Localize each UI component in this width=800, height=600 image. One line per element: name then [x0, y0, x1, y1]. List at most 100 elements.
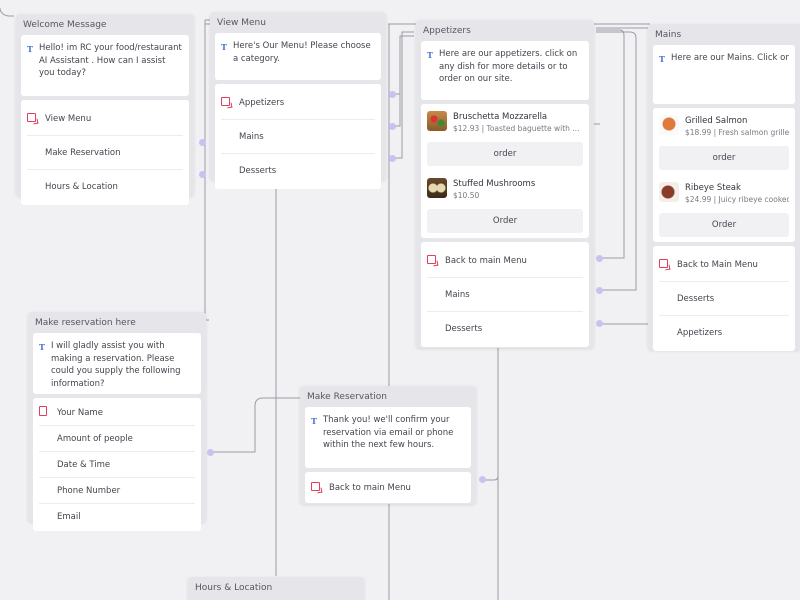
output-port[interactable] — [479, 476, 486, 483]
message-card[interactable]: T I will gladly assist you with making a… — [33, 333, 201, 394]
button-label: Make Reservation — [45, 147, 121, 158]
text-type-icon: T — [27, 44, 33, 54]
button-make-reservation[interactable]: Make Reservation — [27, 136, 183, 170]
output-port[interactable] — [596, 255, 603, 262]
field-label: Email — [57, 511, 81, 522]
order-button[interactable]: Order — [659, 213, 789, 237]
output-port[interactable] — [389, 91, 396, 98]
message-card[interactable]: T Here are our Mains. Click on any dish … — [653, 45, 795, 104]
message-text: Thank you! we'll confirm your reservatio… — [322, 415, 454, 450]
message-card[interactable]: T Here's Our Menu! Please choose a categ… — [215, 33, 381, 80]
product-name: Ribeye Steak — [685, 183, 741, 193]
view-menu-node[interactable]: View Menu T Here's Our Menu! Please choo… — [210, 12, 386, 189]
button-label: Mains — [239, 131, 264, 142]
wire-form-submit — [211, 397, 300, 453]
wire-vm-desserts — [393, 31, 414, 159]
buttons-card[interactable]: Appetizers Mains Desserts — [215, 84, 381, 189]
field-email[interactable]: Email — [39, 504, 195, 529]
output-port[interactable] — [207, 449, 214, 456]
node-title: Welcome Message — [23, 20, 107, 30]
products-card[interactable]: Grilled Salmon $18.99 | Fresh salmon gri… — [653, 108, 795, 242]
button-hours-location[interactable]: Hours & Location — [27, 170, 183, 203]
wire-vm-mains — [393, 94, 401, 127]
field-phone-number[interactable]: Phone Number — [39, 478, 195, 504]
field-label: Amount of people — [57, 433, 133, 444]
output-port[interactable] — [389, 123, 396, 130]
output-port[interactable] — [199, 139, 206, 146]
button-block-icon — [659, 258, 671, 271]
message-card[interactable]: T Here are our appetizers. click on any … — [421, 41, 589, 100]
text-type-icon: T — [659, 54, 665, 64]
message-card[interactable]: T Hello! im RC your food/restaurant AI A… — [21, 35, 189, 96]
message-card[interactable]: T Thank you! we'll confirm your reservat… — [305, 407, 471, 468]
button-appetizers[interactable]: Appetizers — [659, 316, 789, 349]
text-type-icon: T — [39, 342, 45, 352]
output-port[interactable] — [199, 171, 206, 178]
field-label: Your Name — [57, 407, 103, 418]
stuffed-mushrooms-image — [427, 178, 447, 198]
button-label: View Menu — [45, 113, 92, 124]
output-port[interactable] — [389, 155, 396, 162]
button-label: Desserts — [677, 293, 715, 304]
button-label: Back to Main Menu — [677, 259, 758, 270]
ribeye-steak-image — [659, 182, 679, 202]
node-title: Make reservation here — [35, 318, 136, 328]
field-your-name[interactable]: Your Name — [39, 400, 195, 426]
product-item[interactable]: Stuffed Mushrooms $10.50 Order — [421, 171, 589, 238]
button-mains[interactable]: Mains — [221, 120, 375, 154]
product-name: Bruschetta Mozzarella — [453, 112, 548, 122]
button-label: Desserts — [445, 323, 483, 334]
button-appetizers[interactable]: Appetizers — [221, 86, 375, 120]
product-name: Stuffed Mushrooms — [453, 179, 536, 189]
product-item[interactable]: Bruschetta Mozzarella $12.93 | Toasted b… — [421, 104, 589, 171]
buttons-card[interactable]: Back to main Menu — [305, 472, 471, 503]
welcome-message-node[interactable]: Welcome Message T Hello! im RC your food… — [16, 14, 194, 205]
make-reservation-node[interactable]: Make Reservation T Thank you! we'll conf… — [300, 386, 476, 504]
buttons-card[interactable]: Back to main Menu Mains Desserts — [421, 242, 589, 347]
product-detail: $12.93 | Toasted baguette with ... — [453, 124, 579, 133]
node-title: Hours & Location — [195, 583, 273, 593]
button-back-main-menu[interactable]: Back to Main Menu — [659, 248, 789, 282]
node-title: Make Reservation — [307, 392, 387, 402]
button-back-main-menu[interactable]: Back to main Menu — [311, 474, 465, 501]
button-block-icon — [221, 96, 233, 109]
field-amount-of-people[interactable]: Amount of people — [39, 426, 195, 452]
wire-mains-desserts — [596, 31, 637, 291]
reservation-form-node[interactable]: Make reservation here T I will gladly as… — [28, 312, 206, 531]
order-button[interactable]: Order — [427, 209, 583, 233]
hours-location-node[interactable]: Hours & Location — [188, 577, 364, 600]
output-port[interactable] — [596, 287, 603, 294]
form-block-icon — [39, 406, 51, 419]
field-label: Phone Number — [57, 485, 121, 496]
buttons-card[interactable]: Back to Main Menu Desserts Appetizers — [653, 246, 795, 351]
mains-node[interactable]: Mains T Here are our Mains. Click on any… — [648, 24, 800, 351]
button-view-menu[interactable]: View Menu — [27, 102, 183, 136]
products-card[interactable]: Bruschetta Mozzarella $12.93 | Toasted b… — [421, 104, 589, 238]
button-mains[interactable]: Mains — [427, 278, 583, 312]
button-label: Appetizers — [239, 97, 285, 108]
button-desserts[interactable]: Desserts — [427, 312, 583, 345]
output-port[interactable] — [596, 320, 603, 327]
message-text: Hello! im RC your food/restaurant AI Ass… — [38, 43, 182, 78]
field-date-time[interactable]: Date & Time — [39, 452, 195, 478]
field-label: Date & Time — [57, 459, 111, 470]
product-detail: $18.99 | Fresh salmon grilled t — [685, 128, 789, 137]
product-item[interactable]: Ribeye Steak $24.99 | Juicy ribeye cooke… — [653, 175, 795, 242]
button-label: Back to main Menu — [445, 255, 527, 266]
wire-make-reservation — [203, 173, 209, 321]
form-fields-card[interactable]: Your Name Amount of people Date & Time P… — [33, 398, 201, 531]
button-desserts[interactable]: Desserts — [221, 154, 375, 187]
button-back-main-menu[interactable]: Back to main Menu — [427, 244, 583, 278]
wire-appetizers — [393, 35, 414, 95]
appetizers-node[interactable]: Appetizers T Here are our appetizers. cl… — [416, 20, 594, 348]
grilled-salmon-image — [659, 115, 679, 135]
buttons-card[interactable]: View Menu Make Reservation Hours & Locat… — [21, 100, 189, 205]
bruschetta-image — [427, 111, 447, 131]
product-item[interactable]: Grilled Salmon $18.99 | Fresh salmon gri… — [653, 108, 795, 175]
button-label: Appetizers — [677, 327, 723, 338]
order-button[interactable]: order — [659, 146, 789, 170]
message-text: I will gladly assist you with making a r… — [50, 341, 181, 389]
button-desserts[interactable]: Desserts — [659, 282, 789, 316]
order-button[interactable]: order — [427, 142, 583, 166]
text-type-icon: T — [311, 416, 317, 426]
